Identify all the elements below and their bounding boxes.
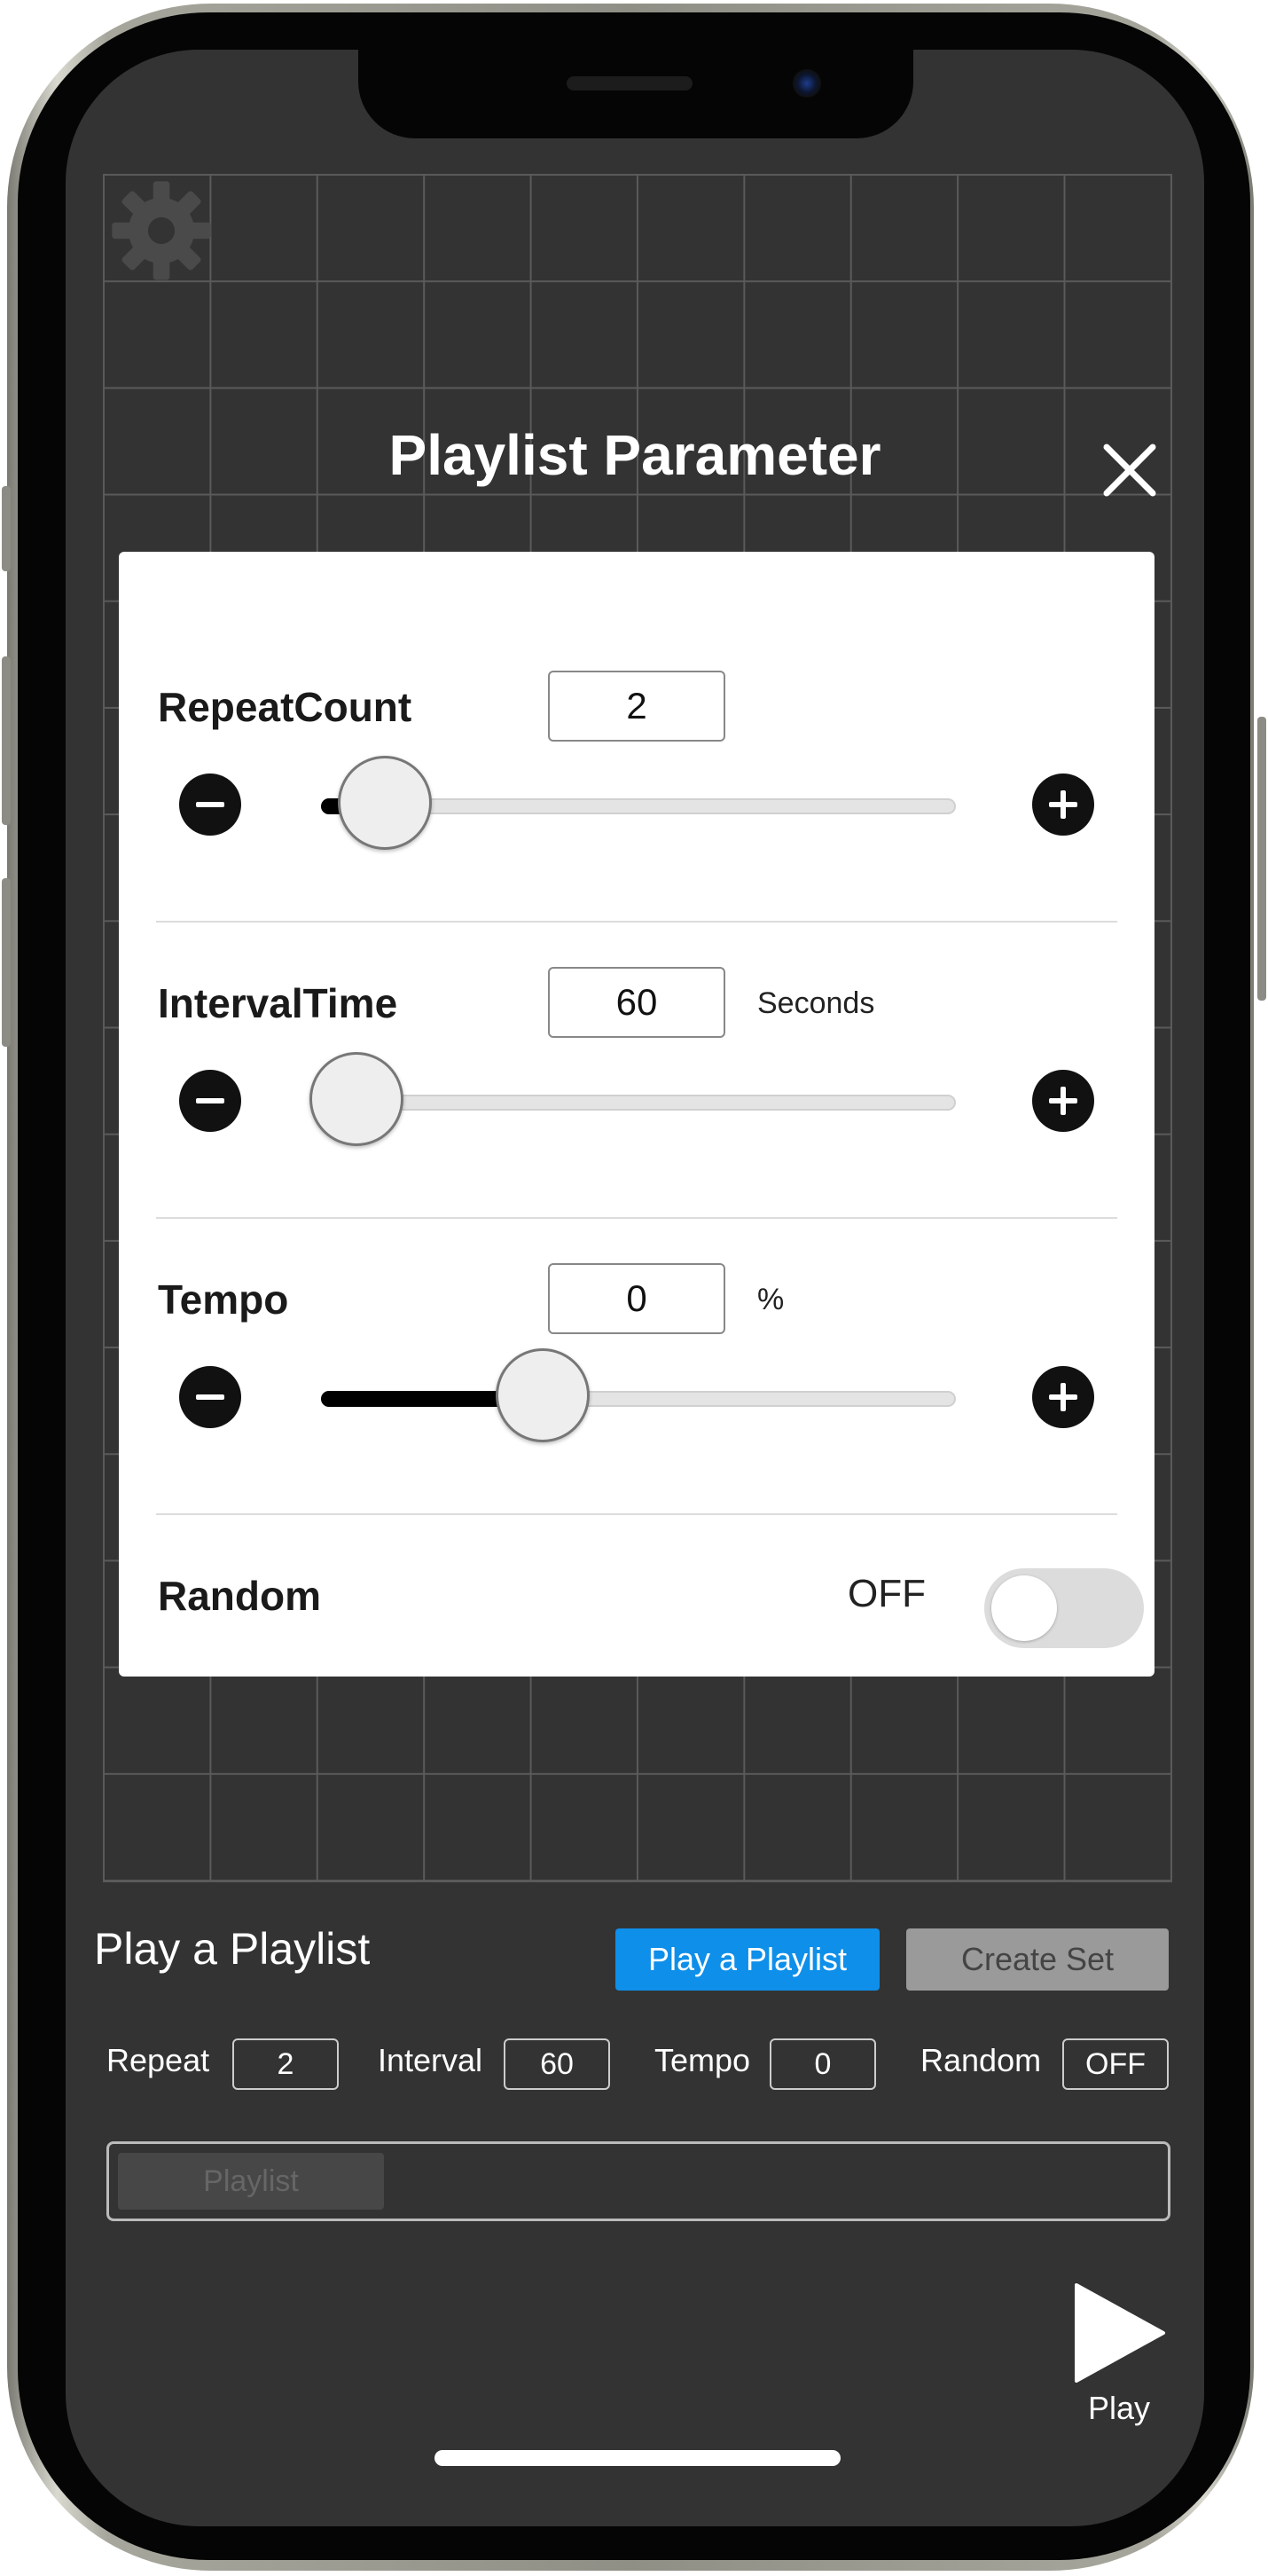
silent-switch bbox=[2, 486, 11, 571]
summary-repeat-value: 2 bbox=[232, 2038, 339, 2090]
play-playlist-title: Play a Playlist bbox=[94, 1924, 371, 1974]
slider-thumb[interactable] bbox=[309, 1052, 403, 1146]
playlist-chip[interactable]: Playlist bbox=[118, 2153, 384, 2210]
toggle-knob bbox=[991, 1575, 1057, 1641]
slider-track bbox=[321, 1095, 956, 1111]
random-toggle[interactable] bbox=[984, 1568, 1144, 1648]
random-label: Random bbox=[158, 1573, 321, 1619]
create-set-button[interactable]: Create Set bbox=[906, 1928, 1169, 1991]
repeat-count-input[interactable]: 2 bbox=[548, 671, 725, 742]
tempo-label: Tempo bbox=[158, 1276, 289, 1323]
divider bbox=[156, 1513, 1117, 1515]
random-state-text: OFF bbox=[848, 1572, 926, 1615]
play-icon[interactable] bbox=[1064, 2278, 1170, 2384]
volume-up-button bbox=[2, 656, 11, 825]
home-indicator bbox=[434, 2450, 841, 2466]
playlist-selector[interactable]: Playlist bbox=[106, 2141, 1170, 2221]
play-label: Play bbox=[1087, 2390, 1151, 2426]
tempo-input[interactable]: 0 bbox=[548, 1263, 725, 1334]
repeat-slider[interactable] bbox=[321, 756, 956, 850]
tempo-unit: % bbox=[757, 1283, 785, 1316]
summary-tempo-label: Tempo bbox=[654, 2042, 751, 2078]
tempo-plus-button[interactable] bbox=[1032, 1366, 1094, 1428]
summary-interval-value: 60 bbox=[504, 2038, 610, 2090]
gear-icon[interactable] bbox=[110, 179, 213, 282]
modal-title: Playlist Parameter bbox=[388, 423, 881, 487]
play-a-playlist-button[interactable]: Play a Playlist bbox=[615, 1928, 880, 1991]
front-camera bbox=[793, 69, 821, 98]
volume-down-button bbox=[2, 878, 11, 1047]
summary-repeat-label: Repeat bbox=[106, 2042, 210, 2078]
parameter-card: RepeatCount 2 IntervalTime 60 Seconds Te… bbox=[119, 552, 1155, 1677]
repeat-minus-button[interactable] bbox=[179, 774, 241, 836]
divider bbox=[156, 1217, 1117, 1219]
slider-thumb[interactable] bbox=[495, 1348, 590, 1442]
slider-thumb[interactable] bbox=[337, 756, 432, 850]
close-icon[interactable] bbox=[1101, 442, 1158, 499]
divider bbox=[156, 921, 1117, 923]
summary-tempo-value: 0 bbox=[770, 2038, 876, 2090]
interval-time-label: IntervalTime bbox=[158, 980, 398, 1026]
interval-minus-button[interactable] bbox=[179, 1070, 241, 1132]
interval-time-input[interactable]: 60 bbox=[548, 967, 725, 1038]
summary-interval-label: Interval bbox=[378, 2042, 483, 2078]
summary-random-value: OFF bbox=[1062, 2038, 1169, 2090]
speaker-grille bbox=[567, 76, 693, 90]
repeat-count-label: RepeatCount bbox=[158, 684, 412, 730]
interval-plus-button[interactable] bbox=[1032, 1070, 1094, 1132]
repeat-plus-button[interactable] bbox=[1032, 774, 1094, 836]
tempo-slider[interactable] bbox=[321, 1348, 956, 1442]
interval-slider[interactable] bbox=[309, 1052, 956, 1146]
app-screen: Playlist Parameter RepeatCount 2 Interva… bbox=[66, 50, 1204, 2526]
notch bbox=[358, 50, 913, 138]
summary-random-label: Random bbox=[920, 2042, 1042, 2078]
interval-unit: Seconds bbox=[757, 986, 875, 1020]
tempo-minus-button[interactable] bbox=[179, 1366, 241, 1428]
power-button bbox=[1257, 717, 1266, 1001]
